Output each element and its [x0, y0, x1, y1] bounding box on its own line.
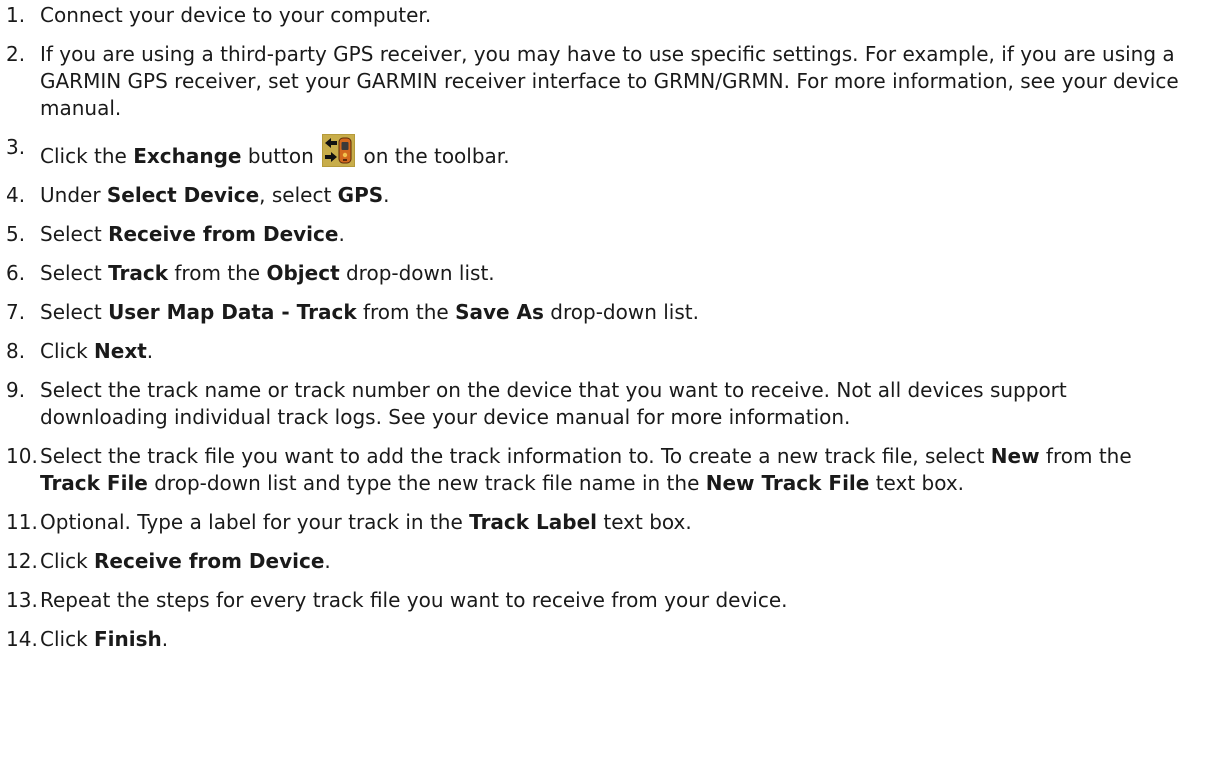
step-text: , select: [259, 183, 338, 207]
step-text: Connect your device to your computer.: [40, 3, 432, 27]
step-number: 11.: [6, 510, 38, 534]
step-text: Select: [40, 261, 109, 285]
step-item: 9. Select the track name or track number …: [0, 377, 1213, 431]
step-number: 1.: [6, 3, 26, 27]
step-text: Under: [40, 183, 107, 207]
step-text: .: [146, 339, 154, 363]
step-number: 14.: [6, 627, 38, 651]
instruction-steps-list: 1. Connect your device to your computer. 2…: [0, 0, 1213, 653]
step-item: 8. Click Next.: [0, 338, 1213, 365]
step-number: 12.: [6, 549, 38, 573]
step-text: Click: [40, 627, 95, 651]
step-text: drop-down list.: [543, 300, 699, 324]
step-item: 10. Select the track file you want to add…: [0, 443, 1213, 497]
ui-term: Finish: [94, 627, 162, 651]
step-item: 1. Connect your device to your computer.: [0, 2, 1213, 29]
ui-term: New: [990, 444, 1040, 468]
step-number: 7.: [6, 300, 26, 324]
step-text: drop-down list.: [339, 261, 495, 285]
ui-term: Object: [266, 261, 340, 285]
step-number: 5.: [6, 222, 26, 246]
step-text: .: [324, 549, 331, 573]
ui-term: New Track File: [705, 471, 870, 495]
step-text: .: [338, 222, 345, 246]
step-number: 13.: [6, 588, 38, 612]
ui-term: Track Label: [469, 510, 598, 534]
step-text: Select: [40, 300, 109, 324]
ui-term: Receive from Device: [94, 549, 325, 573]
step-text: on the toolbar.: [357, 144, 510, 168]
step-text: Optional. Type a label for your track in…: [40, 510, 470, 534]
step-text: drop-down list and type the new track fi…: [147, 471, 706, 495]
ui-term: Receive from Device: [108, 222, 339, 246]
ui-term: GPS: [337, 183, 384, 207]
step-item: 13. Repeat the steps for every track file…: [0, 587, 1213, 614]
step-item: 11. Optional. Type a label for your track…: [0, 509, 1213, 536]
exchange-icon: [322, 134, 356, 167]
ui-term: Track: [108, 261, 169, 285]
step-number: 10.: [6, 444, 38, 468]
step-item: 7. Select User Map Data - Track from the …: [0, 299, 1213, 326]
step-text: from the: [356, 300, 456, 324]
step-text: text box.: [597, 510, 692, 534]
ui-term: Track File: [40, 471, 148, 495]
step-number: 8.: [6, 339, 26, 363]
ui-term: Exchange: [133, 144, 242, 168]
step-number: 6.: [6, 261, 26, 285]
step-text: If you are using a third-party GPS recei…: [40, 42, 1179, 120]
step-item: 14. Click Finish.: [0, 626, 1213, 653]
step-text: Select the track name or track number on…: [40, 378, 1067, 429]
step-item: 12. Click Receive from Device.: [0, 548, 1213, 575]
step-text: button: [241, 144, 321, 168]
step-text: Click the: [40, 144, 134, 168]
step-text: Repeat the steps for every track file yo…: [40, 588, 788, 612]
ui-term: Next: [94, 339, 147, 363]
step-number: 9.: [6, 378, 26, 402]
step-text: from the: [1039, 444, 1132, 468]
step-text: from the: [168, 261, 267, 285]
step-item: 4. Under Select Device, select GPS.: [0, 182, 1213, 209]
step-item: 5. Select Receive from Device.: [0, 221, 1213, 248]
step-text: text box.: [869, 471, 965, 495]
step-item: 3. Click the Exchange button on the toolb…: [0, 134, 1213, 170]
step-number: 4.: [6, 183, 26, 207]
ui-term: Save As: [455, 300, 544, 324]
step-text: Click: [40, 339, 95, 363]
step-text: Click: [40, 549, 95, 573]
step-item: 2. If you are using a third-party GPS rec…: [0, 41, 1213, 122]
step-text: Select: [40, 222, 109, 246]
step-number: 2.: [6, 42, 26, 66]
step-text: Select the track file you want to add th…: [40, 444, 991, 468]
ui-term: User Map Data - Track: [108, 300, 357, 324]
step-text: .: [383, 183, 390, 207]
ui-term: Select Device: [106, 183, 260, 207]
step-item: 6. Select Track from the Object drop-down…: [0, 260, 1213, 287]
step-text: .: [161, 627, 169, 651]
step-number: 3.: [6, 135, 26, 159]
